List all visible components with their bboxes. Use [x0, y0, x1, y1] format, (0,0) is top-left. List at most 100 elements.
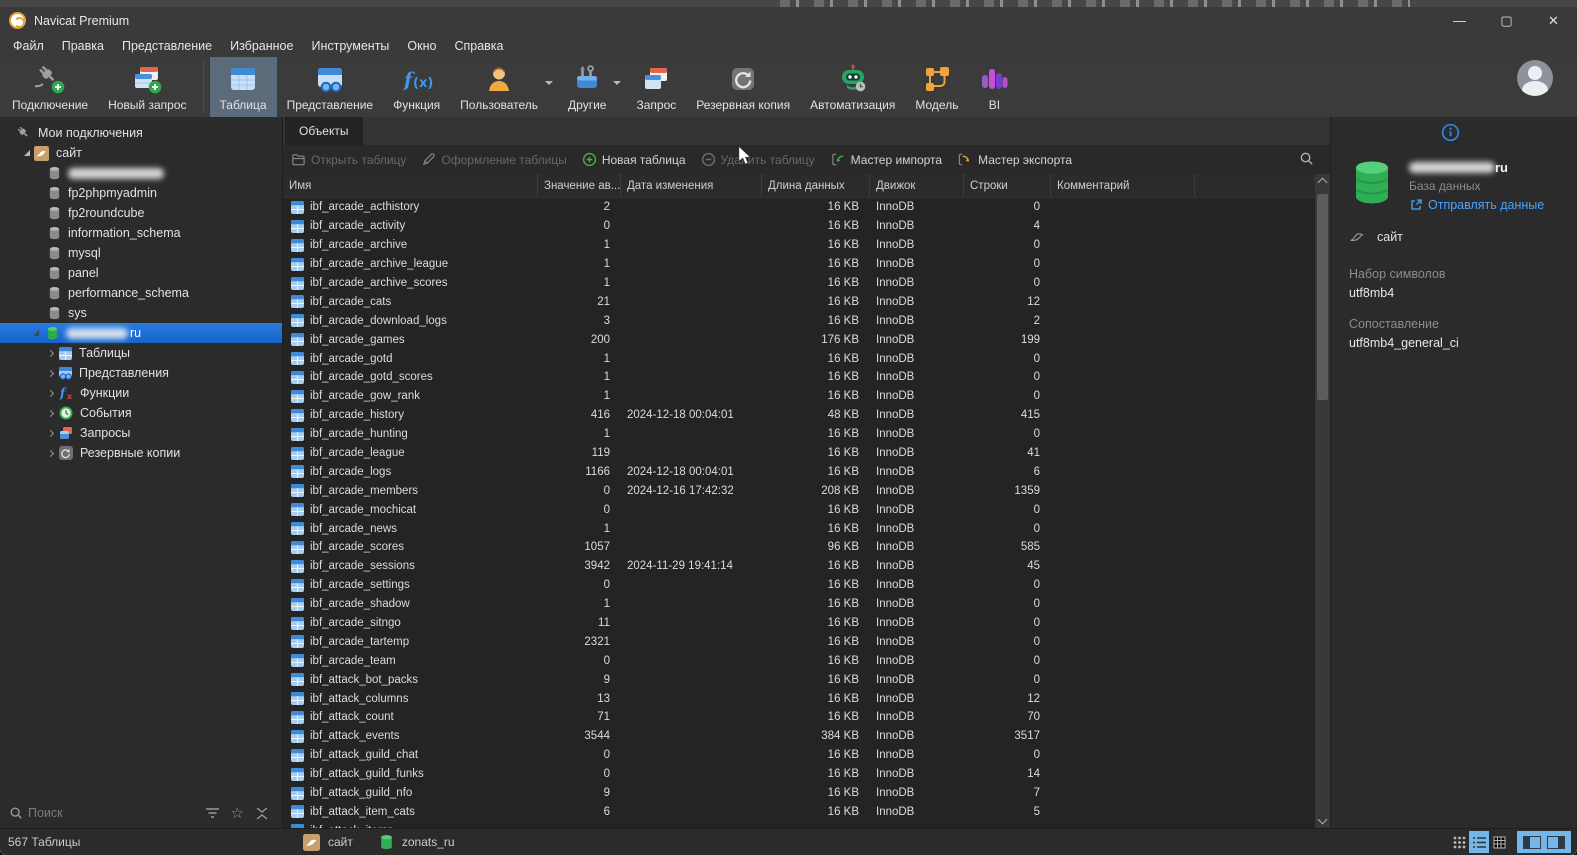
- minimize-button[interactable]: —: [1436, 7, 1483, 34]
- import-wizard-button[interactable]: Мастер импорта: [830, 152, 942, 167]
- menu-item-edit[interactable]: Правка: [53, 36, 113, 56]
- sidebar-search[interactable]: Поиск ☆: [0, 800, 283, 826]
- table-row[interactable]: ibf_arcade_archive_scores116 KBInnoDB0: [283, 274, 1315, 293]
- table-row[interactable]: ibf_arcade_acthistory216 KBInnoDB0: [283, 198, 1315, 217]
- toolbar-button-new-query[interactable]: Новый запрос: [98, 57, 196, 117]
- table-row[interactable]: ibf_arcade_games200176 KBInnoDB199: [283, 330, 1315, 349]
- table-row[interactable]: ibf_attack_items: [283, 821, 1315, 828]
- collapse-arrow-icon[interactable]: [47, 409, 54, 416]
- toolbar-button-model[interactable]: Модель: [905, 57, 968, 117]
- menu-item-window[interactable]: Окно: [398, 36, 445, 56]
- object-search-icon[interactable]: [1299, 151, 1314, 171]
- toolbar-button-user[interactable]: Пользователь: [450, 57, 558, 117]
- collapse-arrow-icon[interactable]: [47, 369, 54, 376]
- menu-item-file[interactable]: Файл: [4, 36, 53, 56]
- table-row[interactable]: ibf_attack_item_cats616 KBInnoDB5: [283, 803, 1315, 822]
- table-row[interactable]: ibf_arcade_gotd116 KBInnoDB0: [283, 349, 1315, 368]
- tree-item-site[interactable]: сайт: [0, 143, 282, 163]
- table-row[interactable]: ibf_arcade_scores105796 KBInnoDB585: [283, 538, 1315, 557]
- table-row[interactable]: ibf_arcade_history4162024-12-18 00:04:01…: [283, 406, 1315, 425]
- filter-icon[interactable]: [205, 807, 220, 819]
- column-header-6[interactable]: Строки: [964, 174, 1051, 197]
- column-header-7[interactable]: Комментарий: [1051, 174, 1195, 197]
- toolbar-button-query[interactable]: Запрос: [626, 57, 686, 117]
- column-header-1[interactable]: Имя: [283, 174, 538, 197]
- tree-item-backups[interactable]: Резервные копии: [0, 443, 282, 463]
- toolbar-button-others[interactable]: Другие: [558, 57, 626, 117]
- column-header-5[interactable]: Движок: [870, 174, 964, 197]
- toolbar-button-function[interactable]: f(x)Функция: [383, 57, 450, 117]
- table-row[interactable]: ibf_arcade_team016 KBInnoDB0: [283, 651, 1315, 670]
- tree-item-panel[interactable]: panel: [0, 263, 282, 283]
- tree-item-functions[interactable]: fxФункции: [0, 383, 282, 403]
- table-row[interactable]: ibf_arcade_archive_league116 KBInnoDB0: [283, 255, 1315, 274]
- table-row[interactable]: ibf_arcade_sitngo1116 KBInnoDB0: [283, 614, 1315, 633]
- tree-item-events[interactable]: События: [0, 403, 282, 423]
- vertical-scrollbar[interactable]: [1315, 174, 1330, 828]
- title-bar[interactable]: Navicat Premium — ▢ ✕: [0, 7, 1577, 34]
- info-icon[interactable]: [1441, 123, 1460, 147]
- chevron-down-icon[interactable]: [545, 81, 553, 89]
- table-row[interactable]: ibf_attack_guild_nfo916 KBInnoDB7: [283, 784, 1315, 803]
- collapse-arrow-icon[interactable]: [47, 429, 54, 436]
- close-button[interactable]: ✕: [1530, 7, 1577, 34]
- big-icons-view-icon[interactable]: [1449, 831, 1469, 853]
- tree-item-fp2phpmyadmin[interactable]: fp2phpmyadmin: [0, 183, 282, 203]
- tree-item-views[interactable]: Представления: [0, 363, 282, 383]
- table-row[interactable]: ibf_arcade_gow_rank116 KBInnoDB0: [283, 387, 1315, 406]
- table-row[interactable]: ibf_arcade_download_logs316 KBInnoDB2: [283, 311, 1315, 330]
- submit-data-link[interactable]: Отправлять данные: [1409, 198, 1544, 212]
- tree-item-tables[interactable]: Таблицы: [0, 343, 282, 363]
- table-row[interactable]: ibf_arcade_settings016 KBInnoDB0: [283, 576, 1315, 595]
- table-row[interactable]: ibf_arcade_activity016 KBInnoDB4: [283, 217, 1315, 236]
- maximize-button[interactable]: ▢: [1483, 7, 1530, 34]
- list-view-icon[interactable]: [1469, 831, 1489, 853]
- table-row[interactable]: ibf_arcade_tartemp232116 KBInnoDB0: [283, 632, 1315, 651]
- export-wizard-button[interactable]: Мастер экспорта: [957, 152, 1072, 167]
- scrollbar-thumb[interactable]: [1317, 194, 1328, 400]
- menu-item-tools[interactable]: Инструменты: [302, 36, 398, 56]
- status-database[interactable]: zonats_ru: [402, 835, 455, 849]
- tree-item-performance-schema[interactable]: performance_schema: [0, 283, 282, 303]
- collapse-arrow-icon[interactable]: [47, 389, 54, 396]
- table-row[interactable]: ibf_arcade_mochicat016 KBInnoDB0: [283, 500, 1315, 519]
- table-row[interactable]: ibf_attack_count7116 KBInnoDB70: [283, 708, 1315, 727]
- table-row[interactable]: ibf_arcade_members02024-12-16 17:42:3220…: [283, 481, 1315, 500]
- tree-item-sys[interactable]: sys: [0, 303, 282, 323]
- table-row[interactable]: ibf_arcade_news116 KBInnoDB0: [283, 519, 1315, 538]
- expand-arrow-icon[interactable]: [24, 150, 30, 156]
- collapse-icon[interactable]: [255, 807, 269, 820]
- menu-item-view[interactable]: Представление: [113, 36, 221, 56]
- toolbar-button-backup[interactable]: Резервная копия: [686, 57, 800, 117]
- table-row[interactable]: ibf_attack_columns1316 KBInnoDB12: [283, 689, 1315, 708]
- collapse-arrow-icon[interactable]: [47, 449, 54, 456]
- tree-item-my-connections[interactable]: Мои подключения: [0, 123, 282, 143]
- table-row[interactable]: ibf_arcade_sessions39422024-11-29 19:41:…: [283, 557, 1315, 576]
- tree-item-information-schema[interactable]: information_schema: [0, 223, 282, 243]
- collapse-arrow-icon[interactable]: [47, 349, 54, 356]
- star-icon[interactable]: ☆: [231, 806, 244, 821]
- menu-item-help[interactable]: Справка: [445, 36, 512, 56]
- tab-objects[interactable]: Объекты: [285, 117, 363, 145]
- scroll-down-icon[interactable]: [1318, 815, 1328, 825]
- status-connection[interactable]: сайт: [328, 835, 353, 849]
- column-header-4[interactable]: Длина данных: [762, 174, 870, 197]
- column-header-2[interactable]: Значение ав...: [538, 174, 621, 197]
- table-row[interactable]: ibf_arcade_archive116 KBInnoDB0: [283, 236, 1315, 255]
- expand-arrow-icon[interactable]: [33, 330, 39, 336]
- table-row[interactable]: ibf_attack_events3544384 KBInnoDB3517: [283, 727, 1315, 746]
- detail-view-icon[interactable]: [1489, 831, 1509, 853]
- tree-item-fp2roundcube[interactable]: fp2roundcube: [0, 203, 282, 223]
- tree-item-db-redacted[interactable]: [0, 163, 282, 183]
- tree-item-mysql[interactable]: mysql: [0, 243, 282, 263]
- tree-item-queries[interactable]: Запросы: [0, 423, 282, 443]
- toolbar-button-view[interactable]: Представление: [277, 57, 384, 117]
- table-row[interactable]: ibf_arcade_logs11662024-12-18 00:04:0116…: [283, 462, 1315, 481]
- table-row[interactable]: ibf_attack_guild_chat016 KBInnoDB0: [283, 746, 1315, 765]
- toggle-navigation-pane-icon[interactable]: [1523, 836, 1541, 849]
- table-row[interactable]: ibf_arcade_shadow116 KBInnoDB0: [283, 595, 1315, 614]
- table-row[interactable]: ibf_arcade_hunting116 KBInnoDB0: [283, 425, 1315, 444]
- scroll-up-icon[interactable]: [1318, 178, 1328, 188]
- new-table-button[interactable]: Новая таблица: [582, 152, 686, 167]
- column-header-3[interactable]: Дата изменения: [621, 174, 762, 197]
